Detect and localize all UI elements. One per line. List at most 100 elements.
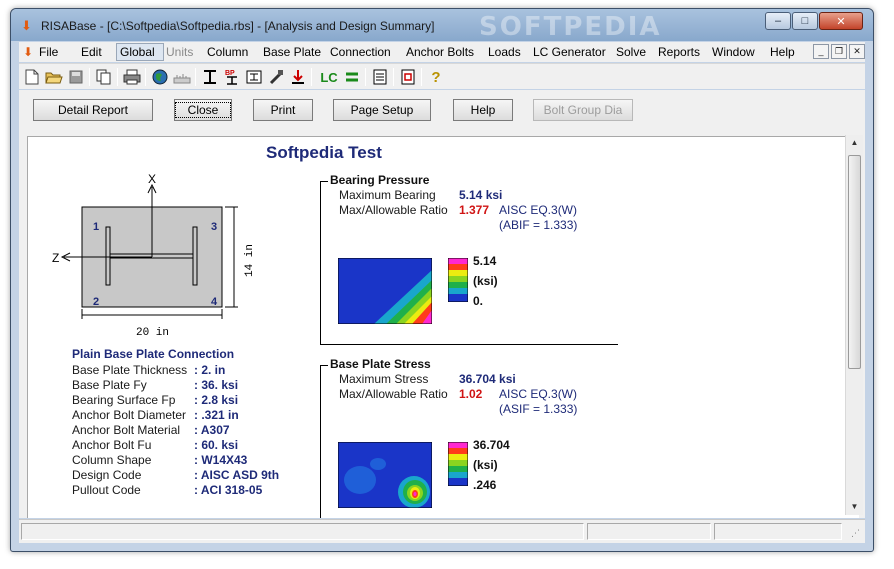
bolt-2-label: 2 <box>93 296 99 308</box>
help-button[interactable]: Help <box>453 99 513 121</box>
bearing-ratio-value: 1.377 <box>459 203 490 217</box>
prop-row: Pullout Code: ACI 318-05 <box>72 483 263 497</box>
close-button[interactable]: Close <box>174 99 232 121</box>
units-icon[interactable] <box>173 68 191 86</box>
document-menu-icon[interactable]: ⬇ <box>23 45 33 59</box>
status-bar: ⋰ <box>19 519 865 543</box>
resize-grip-icon[interactable]: ⋰ <box>851 528 860 539</box>
scroll-down-icon[interactable]: ▼ <box>846 499 863 515</box>
stress-section-frame <box>320 365 328 518</box>
bearing-contour-plot <box>338 258 432 324</box>
stress-ratio-label: Max/Allowable Ratio <box>339 387 448 401</box>
menu-window[interactable]: Window <box>712 45 755 59</box>
stress-color-legend <box>448 442 468 486</box>
report-button-row: Detail Report Close Print Page Setup Hel… <box>19 90 865 132</box>
report-pane: Softpedia Test X Z 1 2 3 4 20 in 14 in P… <box>19 132 865 518</box>
menu-file[interactable]: File <box>39 45 58 59</box>
z-axis-label: Z <box>52 251 59 265</box>
stress-equation: AISC EQ.3(W) <box>499 387 578 401</box>
stress-legend-min: .246 <box>473 478 497 492</box>
globe-icon[interactable] <box>151 68 169 86</box>
print-button[interactable]: Print <box>253 99 313 121</box>
load-combination-icon[interactable]: LC <box>317 68 341 86</box>
menu-anchor-bolts[interactable]: Anchor Bolts <box>406 45 474 59</box>
stress-legend-max: 36.704 <box>473 438 510 452</box>
mdi-minimize-button[interactable]: _ <box>813 44 829 59</box>
report-icon[interactable] <box>371 68 389 86</box>
bearing-max-label: Maximum Bearing <box>339 188 436 202</box>
watermark: SOFTPEDIA <box>479 12 662 42</box>
menu-global[interactable]: Global <box>120 45 155 59</box>
bearing-ratio-label: Max/Allowable Ratio <box>339 203 448 217</box>
menu-base-plate[interactable]: Base Plate <box>263 45 321 59</box>
close-button-label: Close <box>174 102 232 118</box>
bearing-max-value: 5.14 ksi <box>459 188 503 202</box>
menu-help[interactable]: Help <box>770 45 795 59</box>
new-file-icon[interactable] <box>23 68 41 86</box>
detail-report-button[interactable]: Detail Report <box>33 99 153 121</box>
x-axis-label: X <box>148 172 156 186</box>
menu-units[interactable]: Units <box>166 45 193 59</box>
page-setup-button[interactable]: Page Setup <box>333 99 431 121</box>
menu-connection[interactable]: Connection <box>330 45 391 59</box>
bearing-legend-min: 0. <box>473 294 484 308</box>
menu-reports[interactable]: Reports <box>658 45 700 59</box>
app-window: ⬇ RISABase - [C:\Softpedia\Softpedia.rbs… <box>10 8 874 552</box>
menu-solve[interactable]: Solve <box>616 45 646 59</box>
report-title: Softpedia Test <box>266 143 382 162</box>
minimize-button[interactable]: – <box>765 12 791 30</box>
width-dimension: 20 in <box>136 327 169 339</box>
connection-title: Plain Base Plate Connection <box>72 347 235 361</box>
save-icon[interactable] <box>67 68 85 86</box>
bearing-color-legend <box>448 258 468 302</box>
close-window-button[interactable]: ✕ <box>819 12 863 30</box>
bearing-legend-unit: (ksi) <box>473 274 498 288</box>
mdi-restore-button[interactable]: ❐ <box>831 44 847 59</box>
connection-icon[interactable] <box>245 68 263 86</box>
bearing-title: Bearing Pressure <box>330 173 430 187</box>
report-page[interactable]: Softpedia Test X Z 1 2 3 4 20 in 14 in P… <box>27 136 859 518</box>
anchor-bolt-icon[interactable] <box>267 68 285 86</box>
status-pane-main <box>21 523 584 540</box>
menu-edit[interactable]: Edit <box>81 45 102 59</box>
height-dimension: 14 in <box>244 244 256 277</box>
menu-lc-generator[interactable]: LC Generator <box>533 45 606 59</box>
status-pane-2 <box>587 523 711 540</box>
risabase-app-icon[interactable]: ⬇ <box>21 19 37 33</box>
menu-column[interactable]: Column <box>207 45 248 59</box>
prop-row: Column Shape: W14X43 <box>72 453 248 467</box>
detail-icon[interactable] <box>399 68 417 86</box>
prop-row: Design Code: AISC ASD 9th <box>72 468 280 482</box>
status-pane-3 <box>714 523 842 540</box>
scrollbar-thumb[interactable] <box>848 155 861 369</box>
menu-loads[interactable]: Loads <box>488 45 521 59</box>
prop-row: Anchor Bolt Fu: 60. ksi <box>72 438 239 452</box>
bolt-4-label: 4 <box>211 296 218 308</box>
bolt-1-label: 1 <box>93 221 99 233</box>
prop-row: Base Plate Thickness: 2. in <box>72 363 226 377</box>
maximize-button[interactable]: □ <box>792 12 818 30</box>
toolbar: BP LC ? <box>19 63 865 89</box>
loads-icon[interactable] <box>289 68 307 86</box>
lc-generator-icon[interactable] <box>343 68 361 86</box>
copy-icon[interactable] <box>95 68 113 86</box>
stress-max-label: Maximum Stress <box>339 372 429 386</box>
base-plate-diagram: X Z 1 2 3 4 20 in 14 in <box>52 172 256 339</box>
column-icon[interactable] <box>201 68 219 86</box>
title-bar[interactable]: ⬇ RISABase - [C:\Softpedia\Softpedia.rbs… <box>11 9 873 42</box>
vertical-scrollbar[interactable]: ▲ ▼ <box>845 135 863 515</box>
open-folder-icon[interactable] <box>45 68 63 86</box>
bolt-group-dia-button[interactable]: Bolt Group Dia <box>533 99 633 121</box>
help-icon[interactable]: ? <box>427 68 445 86</box>
stress-max-value: 36.704 ksi <box>459 372 516 386</box>
mdi-close-button[interactable]: ✕ <box>849 44 865 59</box>
base-plate-icon[interactable]: BP <box>223 68 241 86</box>
svg-text:BP: BP <box>225 70 235 77</box>
scroll-up-icon[interactable]: ▲ <box>846 135 863 151</box>
bearing-legend-max: 5.14 <box>473 254 497 268</box>
prop-row: Base Plate Fy: 36. ksi <box>72 378 239 392</box>
print-icon[interactable] <box>123 68 141 86</box>
bearing-factor: (ABIF = 1.333) <box>499 218 578 232</box>
stress-legend-unit: (ksi) <box>473 458 498 472</box>
menu-bar: ⬇ File Edit Global Units Column Base Pla… <box>19 42 865 62</box>
